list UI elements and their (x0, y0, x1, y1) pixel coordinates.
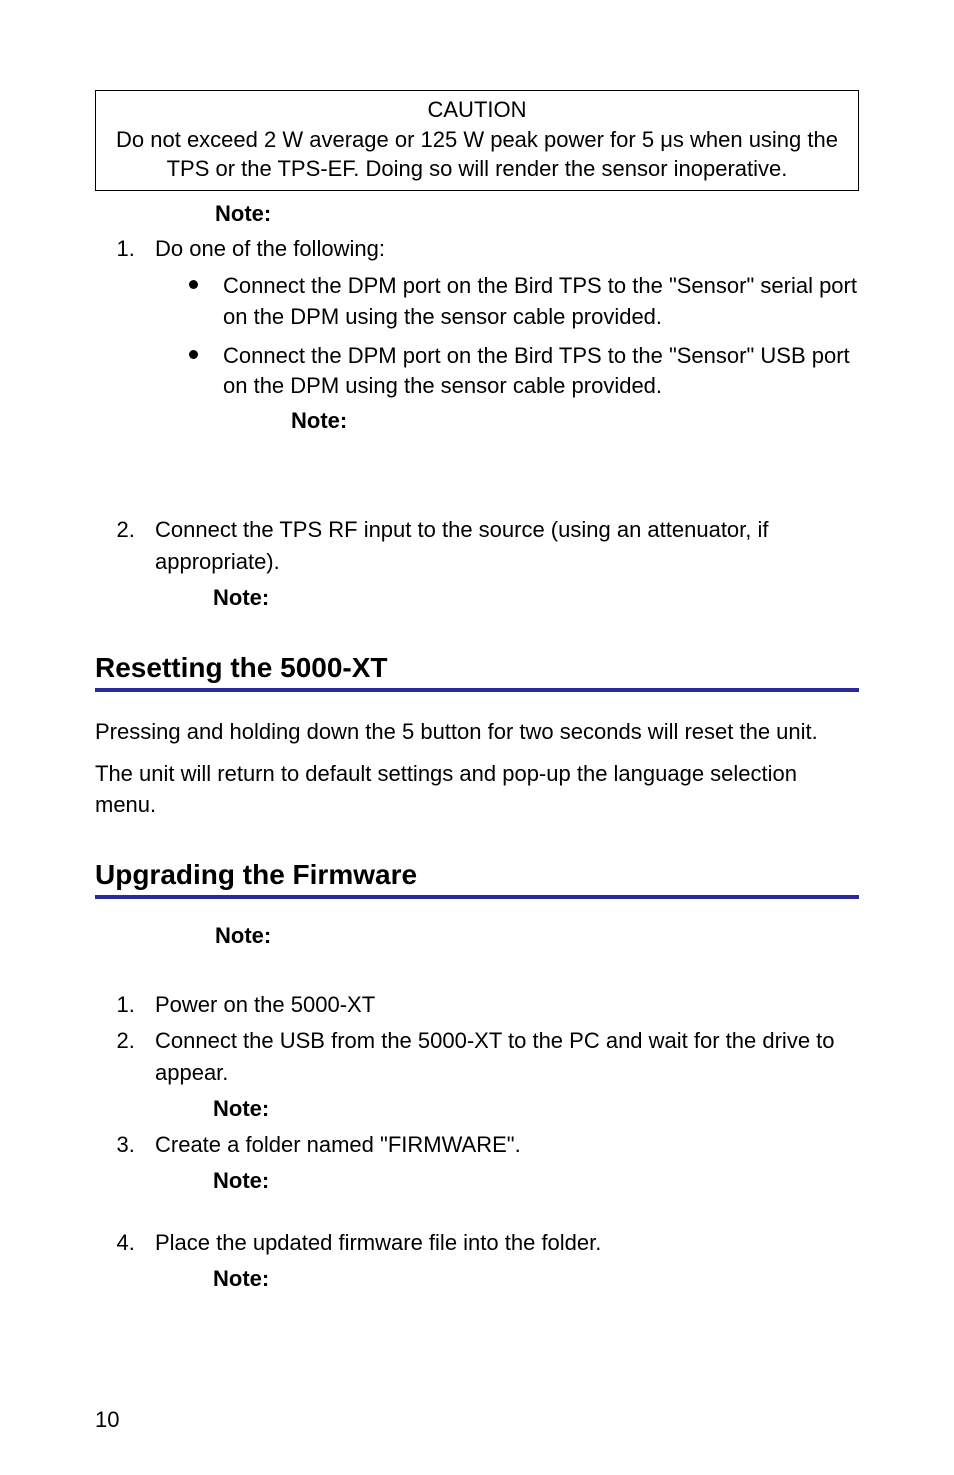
note-label-1: Note: (215, 201, 859, 227)
item2-text: Connect the TPS RF input to the source (… (155, 517, 769, 574)
bullet-2: Connect the DPM port on the Bird TPS to … (189, 341, 859, 437)
list-item-1: Do one of the following: Connect the DPM… (141, 233, 859, 510)
fw-step-1: Power on the 5000-XT (141, 989, 859, 1021)
note-label-3: Note: (213, 582, 859, 614)
note-label-6: Note: (213, 1165, 859, 1197)
list-item-2: Connect the TPS RF input to the source (… (141, 514, 859, 614)
note-label-2: Note: (291, 406, 859, 437)
reset-p1: Pressing and holding down the 5 button f… (95, 716, 859, 748)
heading-underline-1 (95, 688, 859, 692)
caution-body: Do not exceed 2 W average or 125 W peak … (104, 125, 850, 184)
note-label-5: Note: (213, 1093, 859, 1125)
bullet-list: Connect the DPM port on the Bird TPS to … (189, 271, 859, 437)
procedure-list-2: Power on the 5000-XT Connect the USB fro… (141, 989, 859, 1294)
caution-title: CAUTION (104, 95, 850, 125)
caution-box: CAUTION Do not exceed 2 W average or 125… (95, 90, 859, 191)
fw-step-4: Place the updated firmware file into the… (141, 1227, 859, 1295)
procedure-list-1: Do one of the following: Connect the DPM… (141, 233, 859, 614)
heading-underline-2 (95, 895, 859, 899)
note-label-7: Note: (213, 1263, 859, 1295)
item1-intro: Do one of the following: (155, 236, 385, 261)
heading-firmware: Upgrading the Firmware (95, 859, 859, 891)
page-number: 10 (95, 1407, 119, 1433)
note-label-4: Note: (215, 923, 859, 949)
fw-step-2: Connect the USB from the 5000-XT to the … (141, 1025, 859, 1125)
fw-step-3: Create a folder named "FIRMWARE". Note: (141, 1129, 859, 1197)
heading-resetting: Resetting the 5000-XT (95, 652, 859, 684)
reset-p2: The unit will return to default settings… (95, 758, 859, 822)
bullet-1: Connect the DPM port on the Bird TPS to … (189, 271, 859, 333)
